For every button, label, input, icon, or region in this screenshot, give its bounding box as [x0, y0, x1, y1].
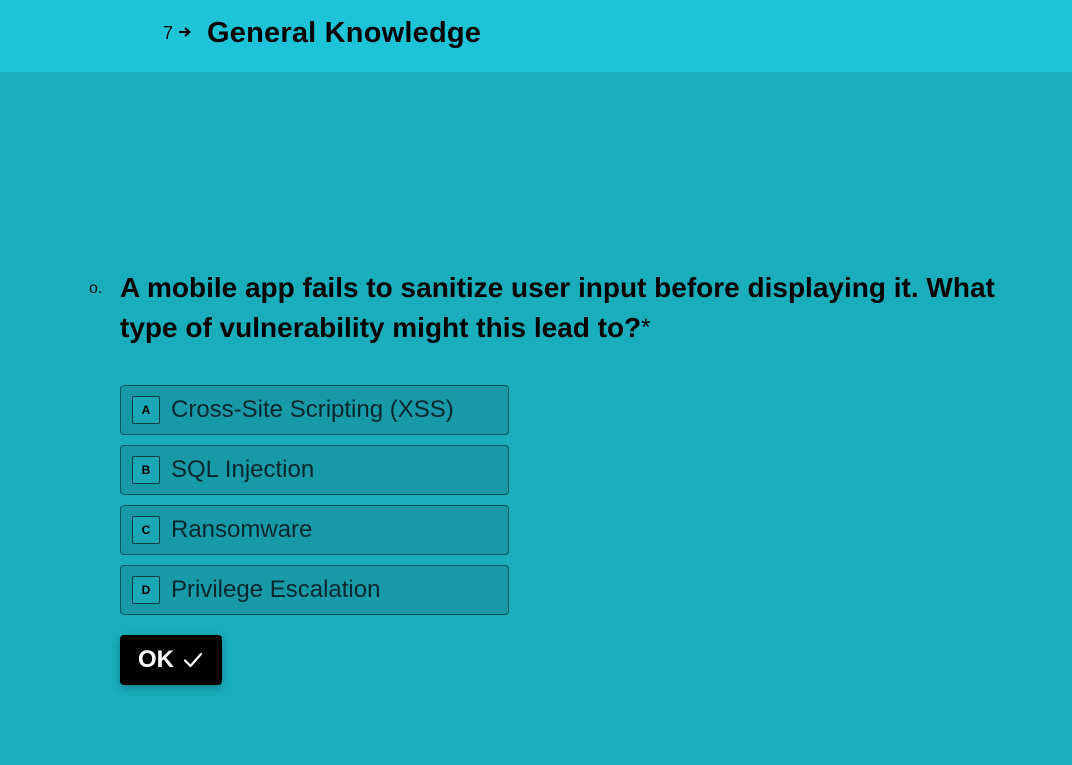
choice-label: Ransomware [171, 516, 313, 543]
question-marker: o. [89, 280, 103, 297]
question-text: A mobile app fails to sanitize user inpu… [120, 268, 1020, 348]
choice-key-badge: D [132, 576, 160, 604]
section-title: General Knowledge [207, 17, 482, 49]
choice-label: Cross-Site Scripting (XSS) [171, 396, 454, 423]
choice-option-b[interactable]: B SQL Injection [120, 445, 509, 495]
choice-option-c[interactable]: C Ransomware [120, 505, 509, 555]
choice-key-badge: B [132, 456, 160, 484]
arrow-right-icon [179, 27, 192, 37]
ok-button[interactable]: OK [120, 635, 222, 685]
form-header: 7 General Knowledge [0, 0, 1072, 72]
ok-button-label: OK [138, 646, 174, 673]
choice-option-a[interactable]: A Cross-Site Scripting (XSS) [120, 385, 509, 435]
question-label: A mobile app fails to sanitize user inpu… [120, 272, 995, 343]
required-marker: * [641, 314, 651, 341]
question-number: 7 [163, 23, 174, 43]
choice-list: A Cross-Site Scripting (XSS) B SQL Injec… [120, 385, 509, 625]
choice-label: Privilege Escalation [171, 576, 381, 603]
choice-key-badge: A [132, 396, 160, 424]
choice-label: SQL Injection [171, 456, 315, 483]
checkmark-icon [183, 652, 203, 668]
choice-key-badge: C [132, 516, 160, 544]
choice-option-d[interactable]: D Privilege Escalation [120, 565, 509, 615]
